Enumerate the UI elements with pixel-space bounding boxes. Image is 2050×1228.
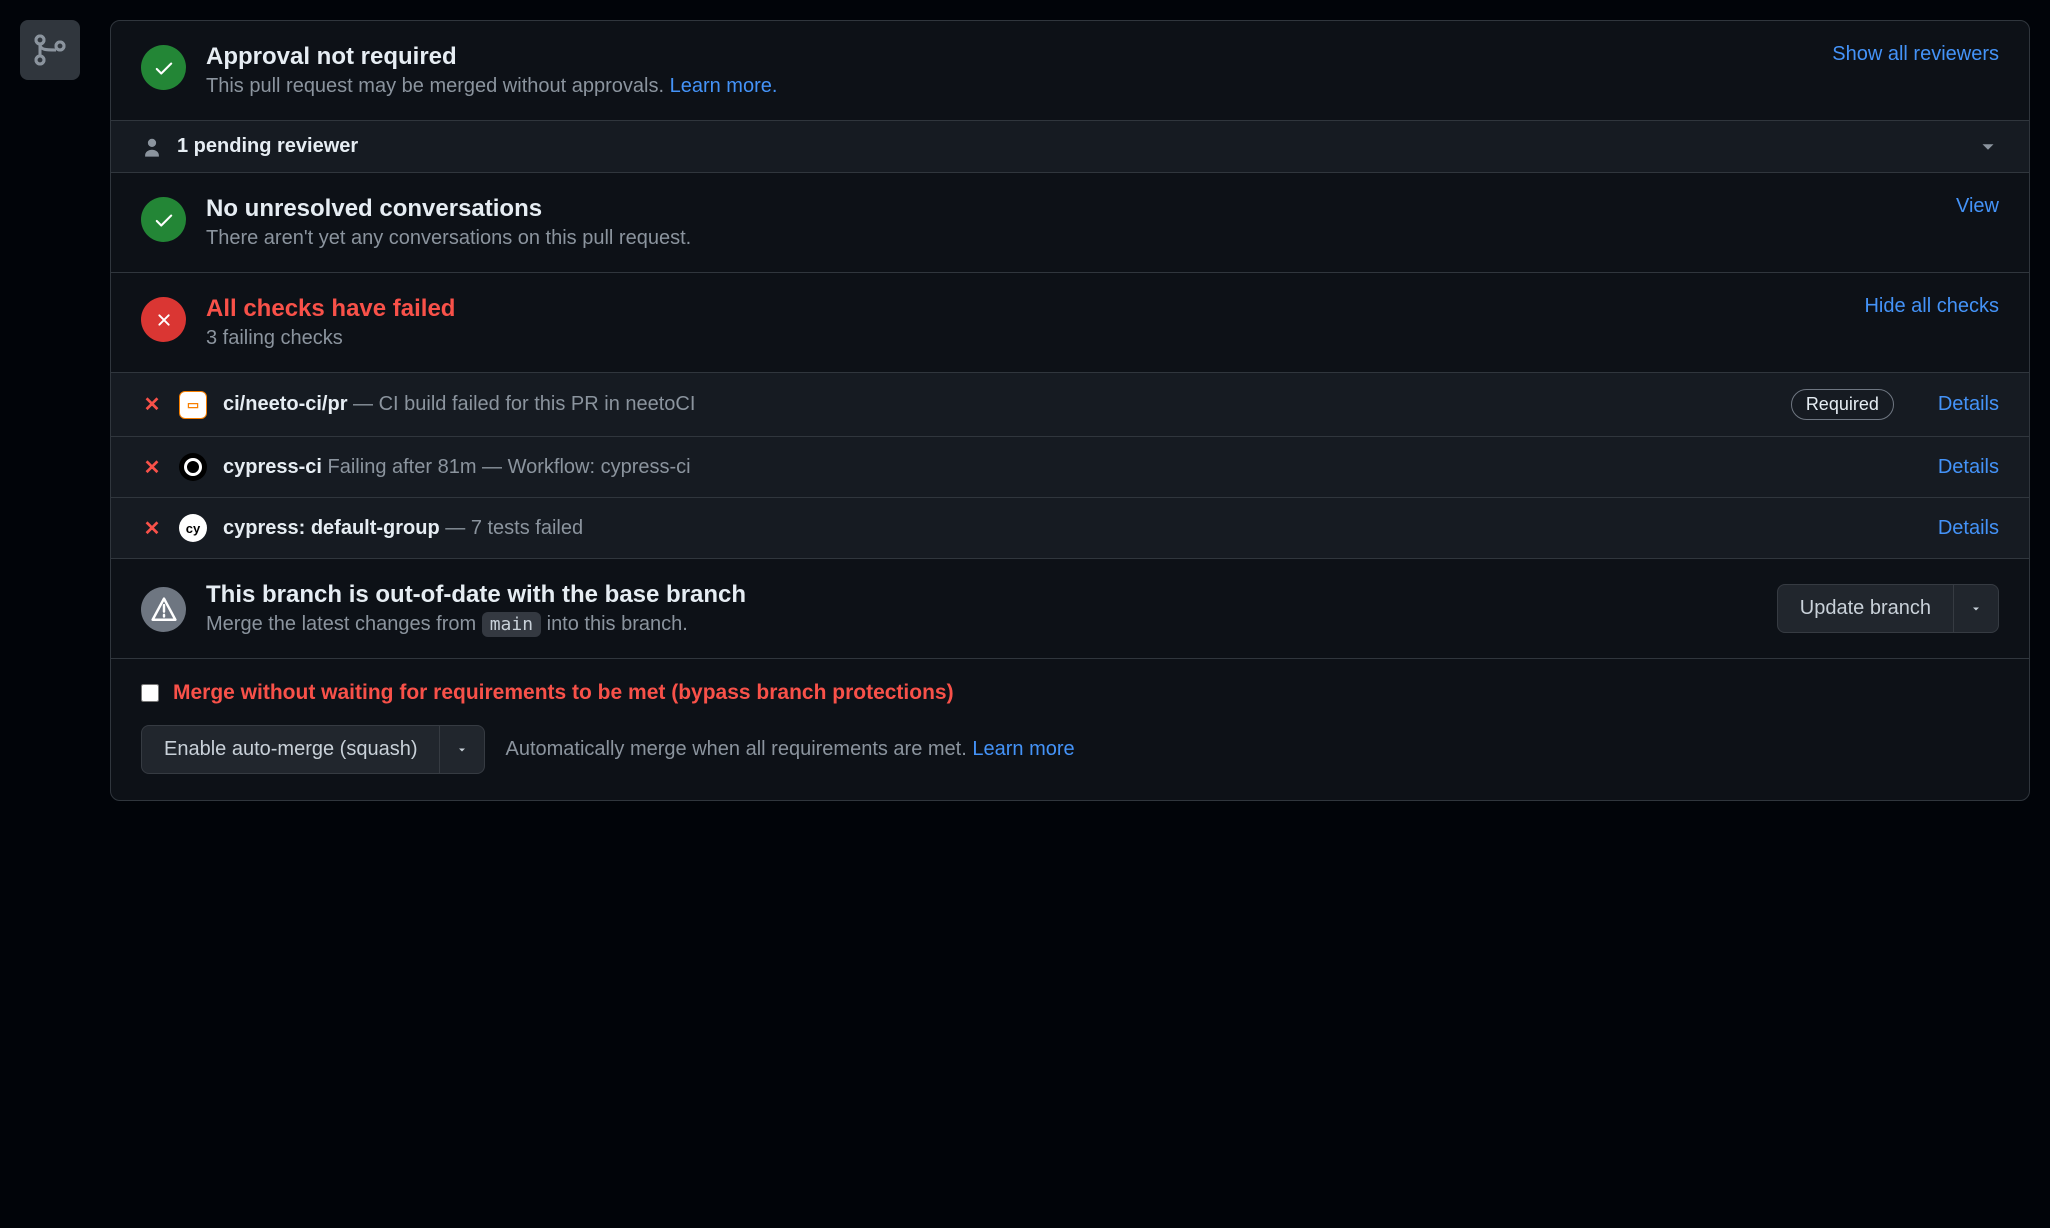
- cypress-app-icon: cy: [179, 514, 207, 542]
- person-icon: [141, 136, 163, 158]
- approval-desc: This pull request may be merged without …: [206, 75, 1812, 98]
- branch-status-section: This branch is out-of-date with the base…: [111, 559, 2029, 659]
- base-branch-code: main: [482, 612, 541, 637]
- update-branch-dropdown[interactable]: [1954, 584, 1999, 633]
- check-icon: [141, 197, 186, 242]
- check-desc: Failing after 81m — Workflow: cypress-ci: [322, 456, 691, 478]
- caret-down-icon: [456, 744, 468, 756]
- check-details-link[interactable]: Details: [1938, 517, 1999, 540]
- required-badge: Required: [1791, 389, 1894, 420]
- auto-merge-dropdown[interactable]: [440, 725, 485, 774]
- approval-learn-more-link[interactable]: Learn more.: [670, 75, 778, 97]
- approval-title: Approval not required: [206, 43, 1812, 71]
- x-icon: [141, 297, 186, 342]
- hide-all-checks-link[interactable]: Hide all checks: [1864, 295, 1999, 318]
- cypress-ci-app-icon: [179, 453, 207, 481]
- check-row: ✕ ▭ ci/neeto-ci/pr — CI build failed for…: [111, 373, 2029, 437]
- merge-status-panel: Approval not required This pull request …: [110, 20, 2030, 801]
- conversations-desc: There aren't yet any conversations on th…: [206, 227, 1936, 250]
- check-details-link[interactable]: Details: [1938, 393, 1999, 416]
- check-name: cypress-ci: [223, 456, 322, 478]
- pending-reviewers-label: 1 pending reviewer: [177, 135, 358, 158]
- check-desc: — 7 tests failed: [440, 517, 583, 539]
- chevron-down-icon: [1977, 136, 1999, 158]
- check-row: ✕ cypress-ci Failing after 81m — Workflo…: [111, 437, 2029, 498]
- pending-reviewers-toggle[interactable]: 1 pending reviewer: [111, 121, 2029, 173]
- branch-status-title: This branch is out-of-date with the base…: [206, 581, 1757, 609]
- conversations-section: No unresolved conversations There aren't…: [111, 173, 2029, 273]
- show-all-reviewers-link[interactable]: Show all reviewers: [1832, 43, 1999, 66]
- auto-merge-row: Enable auto-merge (squash) Automatically…: [111, 715, 2029, 800]
- x-icon: ✕: [141, 516, 163, 541]
- check-name: cypress: default-group: [223, 517, 440, 539]
- branch-status-desc: Merge the latest changes from main into …: [206, 613, 1757, 636]
- git-merge-icon: [34, 34, 66, 66]
- bypass-label[interactable]: Merge without waiting for requirements t…: [173, 681, 954, 705]
- bypass-checkbox[interactable]: [141, 684, 159, 702]
- approval-section: Approval not required This pull request …: [111, 21, 2029, 121]
- enable-auto-merge-button[interactable]: Enable auto-merge (squash): [141, 725, 440, 774]
- conversations-title: No unresolved conversations: [206, 195, 1936, 223]
- check-icon: [141, 45, 186, 90]
- checks-summary: 3 failing checks: [206, 327, 1844, 350]
- x-icon: ✕: [141, 455, 163, 480]
- alert-icon: [141, 587, 186, 632]
- check-desc: — CI build failed for this PR in neetoCI: [347, 393, 695, 415]
- view-conversations-link[interactable]: View: [1956, 195, 1999, 218]
- auto-merge-learn-more-link[interactable]: Learn more: [972, 738, 1074, 760]
- auto-merge-desc: Automatically merge when all requirement…: [505, 738, 1074, 761]
- update-branch-button[interactable]: Update branch: [1777, 584, 1954, 633]
- check-name: ci/neeto-ci/pr: [223, 393, 347, 415]
- check-row: ✕ cy cypress: default-group — 7 tests fa…: [111, 498, 2029, 559]
- checks-section: All checks have failed 3 failing checks …: [111, 273, 2029, 373]
- neeto-app-icon: ▭: [179, 391, 207, 419]
- caret-down-icon: [1970, 603, 1982, 615]
- checks-title: All checks have failed: [206, 295, 1844, 323]
- timeline-merge-badge: [20, 20, 80, 80]
- x-icon: ✕: [141, 392, 163, 417]
- check-details-link[interactable]: Details: [1938, 456, 1999, 479]
- bypass-row: Merge without waiting for requirements t…: [111, 659, 2029, 715]
